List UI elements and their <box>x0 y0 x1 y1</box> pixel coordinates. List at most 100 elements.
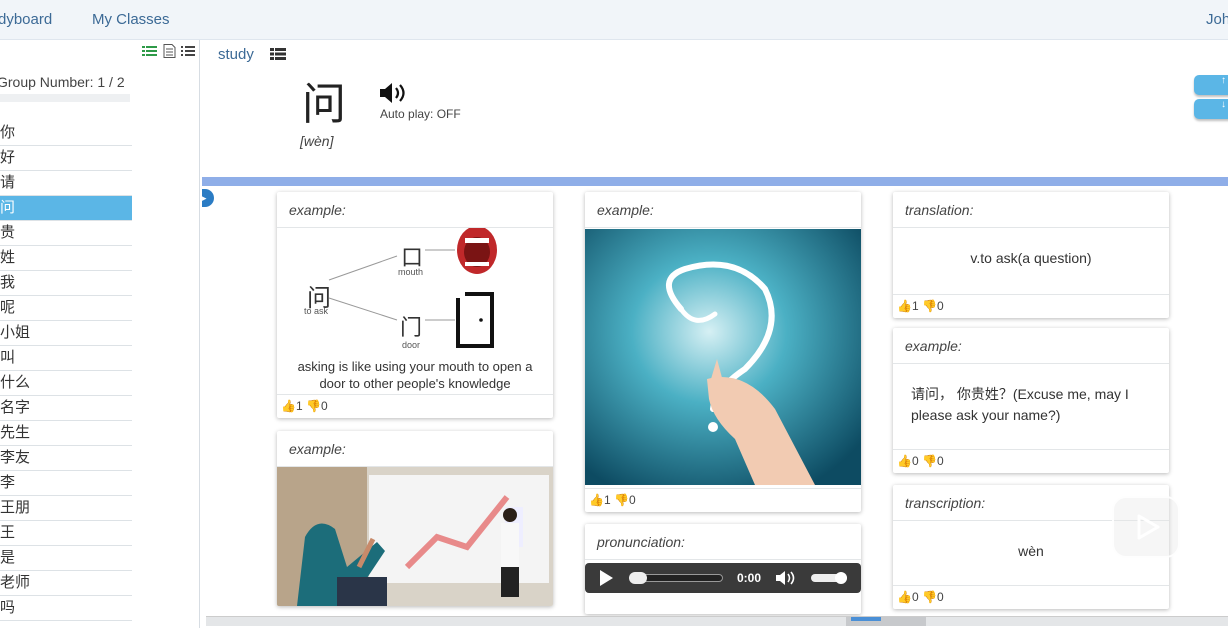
section-divider <box>202 177 1228 186</box>
volume-handle[interactable] <box>835 572 847 584</box>
nav-dashboard-link[interactable]: dyboard <box>0 11 52 28</box>
translation-card: translation: v.to ask(a question) 👍1 👎0 <box>893 192 1169 318</box>
word-list-item[interactable]: 老师 <box>0 571 132 596</box>
word-list-item[interactable]: 先生 <box>0 421 132 446</box>
card-heading: example: <box>277 431 553 467</box>
word-list-item[interactable]: 王朋 <box>0 496 132 521</box>
dislike-count: 0 <box>936 454 944 468</box>
word-list-item[interactable]: 呢 <box>0 296 132 321</box>
dislike-count: 0 <box>320 399 328 413</box>
scroll-up-button[interactable]: ↑ <box>1194 75 1228 95</box>
scrollbar-indicator <box>851 617 881 621</box>
question-mark-photo <box>585 229 861 485</box>
card-heading: example: <box>277 192 553 228</box>
thumbs-down-icon[interactable]: 👎 <box>922 590 937 604</box>
char-men-label: 门 <box>400 316 423 341</box>
play-icon[interactable] <box>597 569 615 587</box>
like-count: 1 <box>295 399 303 413</box>
character-display: 问 <box>302 79 346 130</box>
video-play-overlay[interactable] <box>1112 496 1180 558</box>
thumbs-up-icon[interactable]: 👍 <box>897 299 912 313</box>
thumbs-up-icon[interactable]: 👍 <box>281 399 296 413</box>
card-heading: pronunciation: <box>585 524 861 560</box>
like-count: 1 <box>911 299 919 313</box>
mouth-label: mouth <box>398 267 424 277</box>
example-sentence: 请问， 你贵姓？(Excuse me, may I please ask you… <box>911 386 1129 423</box>
word-list-item[interactable]: 我 <box>0 271 132 296</box>
nav-user-link[interactable]: Joh <box>1206 11 1228 28</box>
thumbs-up-icon[interactable]: 👍 <box>589 493 604 507</box>
pinyin-display: [wèn] <box>300 133 334 149</box>
collapse-toggle-icon[interactable]: ▸ <box>202 189 214 207</box>
thumbs-down-icon[interactable]: 👎 <box>306 399 321 413</box>
nav-my-classes-link[interactable]: My Classes <box>92 11 170 28</box>
view-toggle-icons <box>142 44 196 61</box>
document-view-icon[interactable] <box>163 44 176 58</box>
word-list-item[interactable]: 小姐 <box>0 321 132 346</box>
audio-progress-handle[interactable] <box>629 572 647 584</box>
thumbs-up-icon[interactable]: 👍 <box>897 590 912 604</box>
word-list-item[interactable]: 请 <box>0 171 132 196</box>
main-panel: study 问 [wèn] Auto play: OFF ↑ ↓ ▸ examp… <box>202 40 1228 628</box>
vote-bar: 👍1 👎0 <box>277 394 553 418</box>
word-list-item[interactable]: 姓 <box>0 246 132 271</box>
like-count: 1 <box>603 493 611 507</box>
word-list-item[interactable]: 什么 <box>0 371 132 396</box>
example-card-question: example: 👍1 👎0 <box>585 192 861 512</box>
vote-bar: 👍1 👎0 <box>893 294 1169 318</box>
vote-bar: 👍1 👎0 <box>585 488 861 512</box>
word-list-item[interactable]: 李友 <box>0 446 132 471</box>
vote-bar: 👍0 👎0 <box>893 585 1169 609</box>
vote-bar: 👍0 👎0 <box>893 449 1169 473</box>
scroll-down-button[interactable]: ↓ <box>1194 99 1228 119</box>
audio-time: 0:00 <box>737 571 762 585</box>
mnemonic-caption: asking is like using your mouth to open … <box>297 359 533 391</box>
card-heading: translation: <box>893 192 1169 228</box>
word-list-item[interactable]: 问 <box>0 196 132 221</box>
word-sidebar: Group Number: 1 / 2 你好请问贵姓我呢小姐叫什么 名字 先生 李友李… <box>0 40 200 628</box>
thumbs-down-icon[interactable]: 👎 <box>614 493 629 507</box>
card-heading: example: <box>893 328 1169 364</box>
study-list-icon[interactable] <box>270 48 286 60</box>
example-card-mnemonic: example: 问 to ask 口 mouth 门 door asking … <box>277 192 553 418</box>
word-list-item[interactable]: 吗 <box>0 596 132 621</box>
autoplay-status[interactable]: Auto play: OFF <box>380 107 461 121</box>
example-card-sentence: example: 请问， 你贵姓？(Excuse me, may I pleas… <box>893 328 1169 473</box>
word-list-item[interactable]: 李 <box>0 471 132 496</box>
word-list-item[interactable]: 王 <box>0 521 132 546</box>
like-count: 0 <box>911 590 919 604</box>
play-icon <box>1137 514 1160 540</box>
example-card-photo: example: <box>277 431 553 606</box>
word-list-item[interactable]: 名字 <box>0 396 132 421</box>
dislike-count: 0 <box>628 493 636 507</box>
dislike-count: 0 <box>936 590 944 604</box>
classroom-photo <box>277 467 553 606</box>
top-nav-bar: dyboard My Classes Joh <box>0 0 1228 40</box>
pronunciation-card: pronunciation: 0:00 <box>585 524 861 614</box>
word-list-item[interactable]: 叫 <box>0 346 132 371</box>
card-heading: example: <box>585 192 861 228</box>
horizontal-scrollbar[interactable] <box>206 616 1228 626</box>
audio-player: 0:00 <box>585 563 861 593</box>
group-number-label: Group Number: 1 / 2 <box>0 74 125 90</box>
word-list-item[interactable]: 是 <box>0 546 132 571</box>
thumbs-down-icon[interactable]: 👎 <box>922 299 937 313</box>
word-list-item[interactable]: 好 <box>0 146 132 171</box>
study-link[interactable]: study <box>218 46 254 63</box>
translation-text: v.to ask(a question) <box>970 250 1092 266</box>
to-ask-label: to ask <box>304 306 329 316</box>
like-count: 0 <box>911 454 919 468</box>
dislike-count: 0 <box>936 299 944 313</box>
word-list-item[interactable]: 你 <box>0 121 132 146</box>
word-list-item[interactable]: 贵 <box>0 221 132 246</box>
door-label: door <box>402 340 421 350</box>
group-progress-bar <box>0 94 130 102</box>
numbered-list-icon[interactable] <box>181 45 196 58</box>
thumbs-up-icon[interactable]: 👍 <box>897 454 912 468</box>
list-view-icon[interactable] <box>142 45 157 58</box>
thumbs-down-icon[interactable]: 👎 <box>922 454 937 468</box>
speaker-icon[interactable] <box>379 82 411 104</box>
word-list: 你好请问贵姓我呢小姐叫什么 名字 先生 李友李王朋王是老师吗 <box>0 121 132 621</box>
side-scroll-buttons: ↑ ↓ <box>1194 75 1228 123</box>
volume-icon[interactable] <box>775 569 797 587</box>
